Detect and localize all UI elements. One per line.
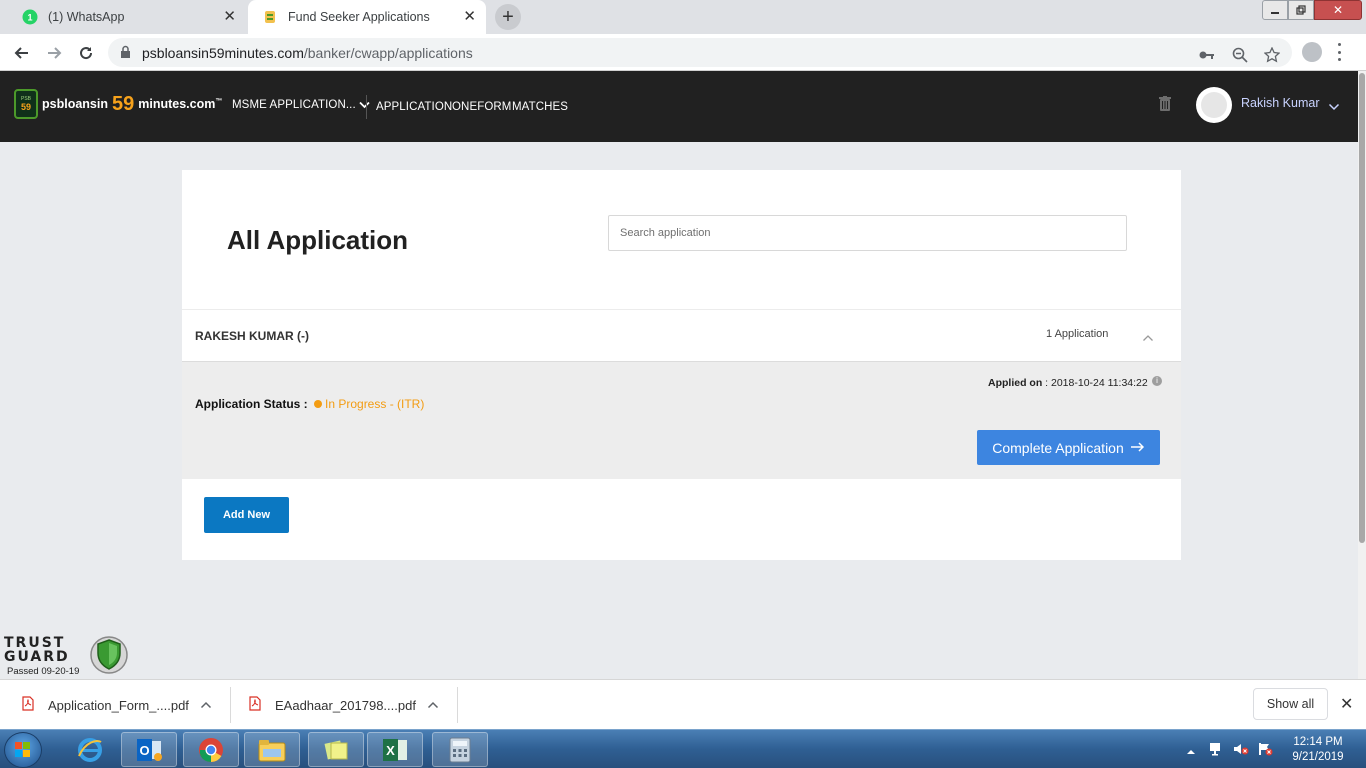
close-window-button[interactable]: ✕	[1314, 0, 1362, 20]
chevron-down-icon[interactable]	[1328, 98, 1340, 116]
tab-fund-seeker[interactable]: Fund Seeker Applications ✕	[248, 0, 486, 34]
nav-divider	[366, 95, 367, 119]
status-badge: In Progress - (ITR)	[314, 397, 424, 411]
nav-oneform[interactable]: ONEFORM	[452, 101, 511, 113]
status-label: Application Status :	[195, 397, 308, 411]
download-item[interactable]: Application_Form_....pdf	[22, 687, 189, 723]
shield-icon	[90, 634, 128, 681]
divider	[457, 687, 458, 723]
trustguard-logo-text: TRUST GUARD	[4, 635, 70, 665]
sticky-notes-icon[interactable]	[308, 732, 364, 767]
avatar[interactable]	[1196, 87, 1232, 123]
tab-whatsapp[interactable]: 1 (1) WhatsApp ✕	[8, 0, 246, 34]
logo-badge: PSB 59	[14, 89, 38, 119]
nav-matches[interactable]: MATCHES	[512, 101, 568, 113]
excel-icon[interactable]: X	[367, 732, 423, 767]
action-center-icon[interactable]	[1257, 742, 1273, 756]
site-logo[interactable]: PSB 59 psbloansin 59 minutes.com™	[14, 89, 222, 119]
forward-icon[interactable]	[43, 42, 65, 64]
key-icon[interactable]	[1198, 46, 1216, 64]
url-bar[interactable]: psbloansin59minutes.com/banker/cwapp/app…	[108, 38, 1292, 67]
system-clock[interactable]: 12:14 PM 9/21/2019	[1284, 735, 1352, 765]
chevron-up-icon[interactable]	[427, 687, 439, 723]
address-toolbar: psbloansin59minutes.com/banker/cwapp/app…	[0, 34, 1366, 71]
clock-date: 9/21/2019	[1292, 751, 1344, 763]
scrollbar-thumb[interactable]	[1359, 73, 1365, 543]
download-filename: Application_Form_....pdf	[48, 697, 189, 713]
applicant-row[interactable]: RAKESH KUMAR (-) 1 Application	[182, 310, 1181, 361]
application-detail-panel: Applied on : 2018-10-24 11:34:22 i Appli…	[182, 361, 1181, 479]
tray-expand-icon[interactable]	[1186, 743, 1196, 761]
site-icon	[262, 9, 278, 25]
menu-icon[interactable]	[1336, 43, 1342, 61]
svg-text:X: X	[386, 743, 395, 758]
nav-application[interactable]: APPLICATION	[376, 101, 452, 113]
add-new-button[interactable]: Add New	[204, 497, 289, 533]
reload-icon[interactable]	[75, 42, 97, 64]
pdf-icon	[249, 696, 261, 714]
trustguard-seal[interactable]: TRUST GUARD Passed 09-20-19	[0, 632, 132, 678]
msme-application-menu[interactable]: MSME APPLICATION...	[232, 99, 370, 111]
status-dot-icon	[314, 400, 322, 408]
info-icon[interactable]: i	[1152, 376, 1162, 386]
minimize-button[interactable]	[1262, 0, 1288, 20]
close-tab-icon[interactable]: ✕	[463, 9, 476, 25]
url-text: psbloansin59minutes.com/banker/cwapp/app…	[142, 45, 473, 61]
site-header: PSB 59 psbloansin 59 minutes.com™ MSME A…	[0, 71, 1362, 142]
downloads-bar: Application_Form_....pdf EAadhaar_201798…	[0, 679, 1366, 729]
download-filename: EAadhaar_201798....pdf	[275, 697, 416, 713]
svg-text:O: O	[139, 743, 149, 758]
applied-on-date: Applied on : 2018-10-24 11:34:22	[988, 377, 1148, 389]
close-icon[interactable]: ✕	[1340, 694, 1353, 714]
back-icon[interactable]	[11, 42, 33, 64]
new-tab-button[interactable]: +	[495, 4, 521, 30]
arrow-right-icon	[1130, 439, 1145, 456]
page-title: All Application	[227, 225, 409, 255]
zoom-icon[interactable]	[1231, 46, 1249, 64]
start-button[interactable]	[4, 732, 42, 768]
restore-button[interactable]	[1288, 0, 1314, 20]
outlook-icon[interactable]: O	[121, 732, 177, 767]
clock-time: 12:14 PM	[1293, 736, 1343, 748]
user-name[interactable]: Rakish Kumar	[1241, 96, 1320, 110]
chevron-up-icon[interactable]	[1142, 329, 1154, 347]
close-tab-icon[interactable]: ✕	[223, 9, 236, 25]
download-item[interactable]: EAadhaar_201798....pdf	[249, 687, 416, 723]
internet-explorer-icon[interactable]	[62, 732, 118, 767]
profile-icon[interactable]	[1302, 42, 1322, 62]
divider	[230, 687, 231, 723]
windows-taskbar: O X 12:14 PM 9/21/2019	[0, 729, 1366, 768]
calculator-icon[interactable]	[432, 732, 488, 767]
tab-label: Fund Seeker Applications	[288, 10, 430, 24]
search-input[interactable]	[608, 215, 1127, 251]
chevron-up-icon[interactable]	[200, 687, 212, 723]
chevron-down-icon	[359, 101, 370, 109]
browser-tab-strip: 1 (1) WhatsApp ✕ Fund Seeker Application…	[0, 0, 1366, 34]
lock-icon	[120, 45, 131, 64]
trustguard-passed-date: Passed 09-20-19	[7, 666, 80, 677]
chrome-icon[interactable]	[183, 732, 239, 767]
tab-label: (1) WhatsApp	[48, 10, 125, 24]
network-icon[interactable]	[1209, 742, 1225, 756]
whatsapp-icon: 1	[22, 9, 38, 25]
svg-text:1: 1	[27, 13, 32, 23]
star-icon[interactable]	[1263, 46, 1281, 64]
show-all-button[interactable]: Show all	[1253, 688, 1328, 720]
trash-icon[interactable]	[1159, 96, 1171, 111]
applications-card: All Application RAKESH KUMAR (-) 1 Appli…	[182, 170, 1181, 560]
page-scrollbar[interactable]	[1358, 71, 1366, 679]
applicant-name: RAKESH KUMAR (-)	[195, 329, 309, 343]
application-count: 1 Application	[1046, 328, 1109, 340]
volume-muted-icon[interactable]	[1233, 742, 1249, 756]
complete-application-button[interactable]: Complete Application	[977, 430, 1160, 465]
pdf-icon	[22, 696, 34, 714]
file-explorer-icon[interactable]	[244, 732, 300, 767]
